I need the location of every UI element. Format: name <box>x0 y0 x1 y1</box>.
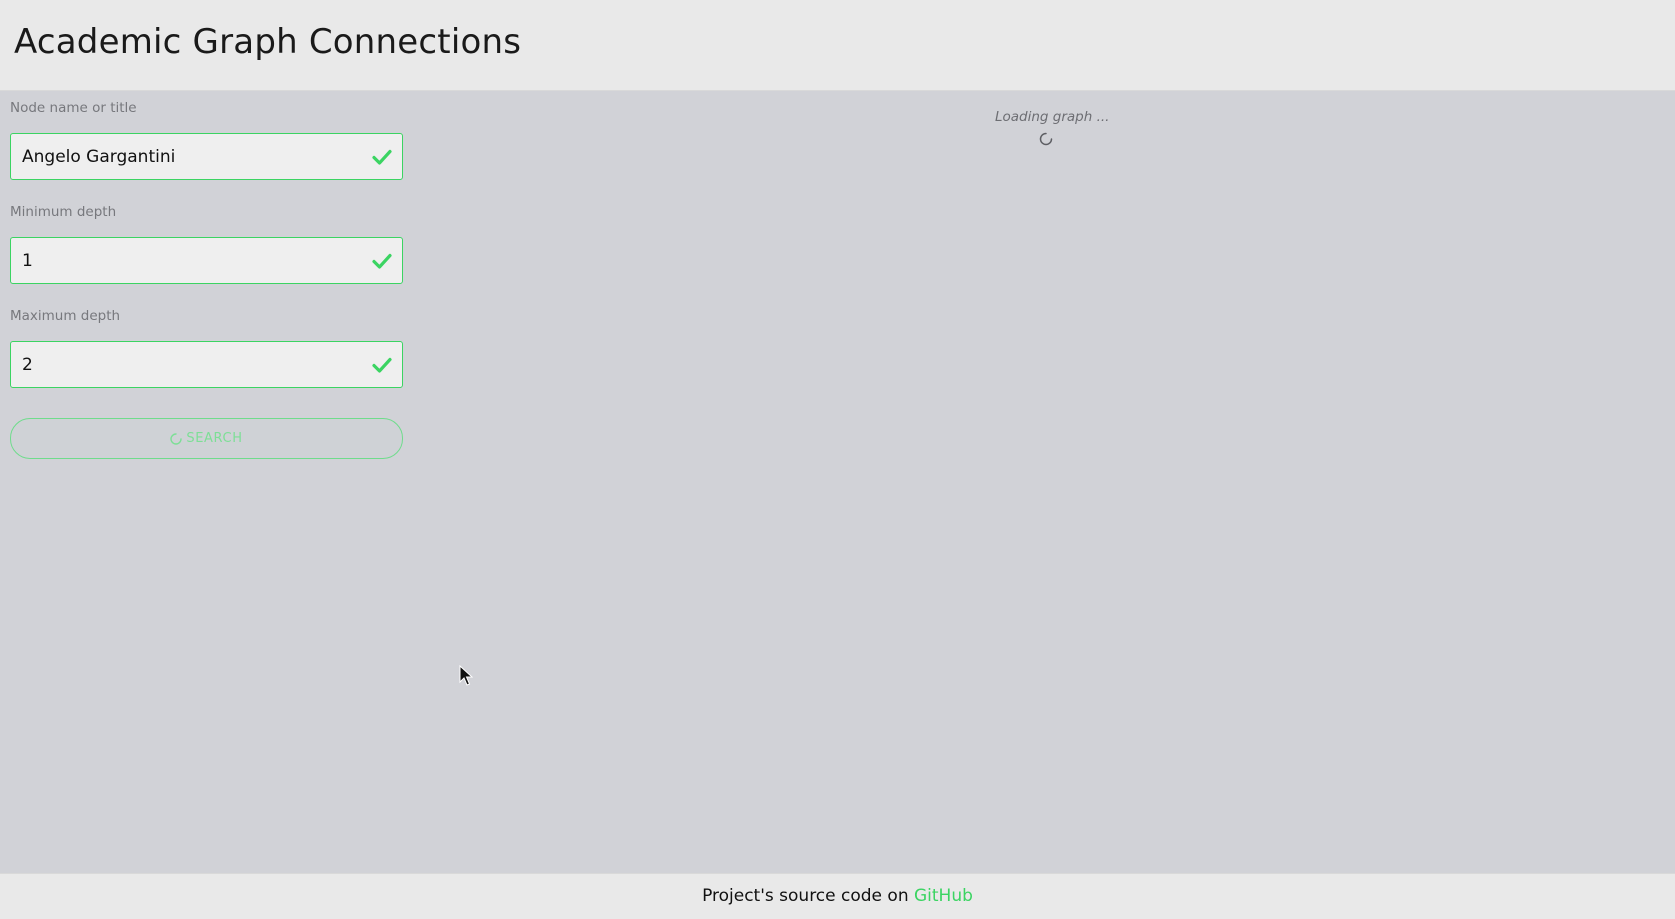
max-depth-input[interactable] <box>22 342 362 387</box>
node-name-label: Node name or title <box>10 100 137 116</box>
check-icon <box>372 357 392 373</box>
search-button-label: SEARCH <box>186 431 243 446</box>
spinner-icon <box>170 432 183 445</box>
github-link[interactable]: GitHub <box>914 886 973 906</box>
check-icon <box>372 253 392 269</box>
min-depth-input[interactable] <box>22 238 362 283</box>
footer-text: Project's source code on <box>702 886 914 906</box>
search-button[interactable]: SEARCH <box>10 418 403 459</box>
max-depth-label: Maximum depth <box>10 308 121 324</box>
min-depth-label: Minimum depth <box>10 204 117 220</box>
page-footer: Project's source code on GitHub <box>0 873 1675 919</box>
app-header: Academic Graph Connections <box>0 0 1675 91</box>
node-name-input[interactable] <box>22 134 362 179</box>
node-name-field[interactable] <box>10 133 403 180</box>
mouse-cursor-icon <box>459 665 473 686</box>
spinner-icon <box>1039 132 1053 146</box>
page-title: Academic Graph Connections <box>14 22 522 62</box>
main-area: Node name or title Minimum depth Maximum… <box>0 91 1675 873</box>
min-depth-field[interactable] <box>10 237 403 284</box>
loading-graph-text: Loading graph ... <box>995 109 1110 125</box>
max-depth-field[interactable] <box>10 341 403 388</box>
check-icon <box>372 149 392 165</box>
